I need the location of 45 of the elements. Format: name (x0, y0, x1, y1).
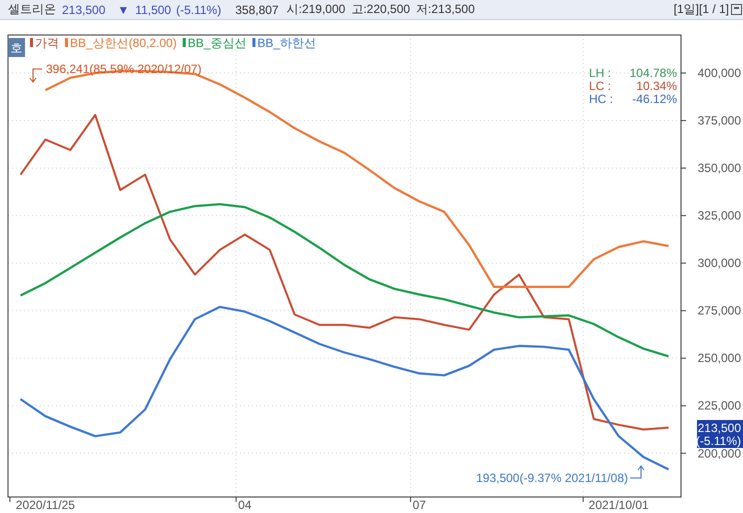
axis-label: 300,000 (698, 256, 741, 270)
stat-value: -46.12% (632, 92, 677, 106)
legend-label: 가격 (35, 36, 59, 50)
legend-swatch (182, 38, 186, 47)
leader-line (30, 68, 42, 83)
axis-label: 350,000 (698, 161, 741, 176)
legend-label: BB_중심선 (188, 36, 246, 50)
legend-swatch (30, 38, 33, 47)
axis-label: 325,000 (698, 208, 741, 223)
axis-label: 275,000 (698, 304, 741, 318)
volume: 358,807 (235, 2, 279, 16)
axis-label: 04 (238, 498, 252, 512)
axis-label: 400,000 (698, 66, 741, 80)
legend-label: BB_하한선 (257, 36, 316, 50)
stat-label: LC : (589, 79, 612, 93)
change-percent: (-5.11%) (176, 2, 222, 16)
current-price: 213,500 (62, 2, 106, 16)
low-price: 저:213,500 (416, 1, 475, 18)
axis-label: 2020/11/25 (16, 498, 75, 512)
price-tag-label: (-5.11%) (696, 434, 741, 448)
period-label[interactable]: [1일][1 / 1] (674, 1, 729, 18)
stat-label: HC : (589, 92, 613, 106)
axis-label: 07 (412, 498, 426, 512)
high-price: 고:220,500 (351, 1, 410, 18)
price-tag-background (697, 420, 743, 448)
open-price: 시:219,000 (286, 1, 346, 18)
leader-line (630, 465, 644, 478)
axis-label: 250,000 (698, 351, 741, 366)
stat-value: 104.78% (630, 66, 677, 80)
window-icon[interactable] (731, 4, 742, 15)
axis-label: 375,000 (698, 114, 741, 128)
price-change: 11,500 (135, 2, 172, 16)
price-tag-label: 213,500 (698, 421, 741, 435)
annotation-label: 193,500(-9.37% 2021/11/08) (476, 471, 628, 485)
legend-swatch (65, 38, 68, 47)
down-arrow: ▼ (117, 2, 130, 16)
stat-label: LH : (589, 66, 612, 80)
axis-label: 225,000 (698, 398, 741, 413)
legend-swatch (252, 38, 256, 47)
legend-label: BB_상한선(80,2.00) (70, 36, 177, 50)
axis-label: 200,000 (698, 446, 741, 460)
stock-name: 셀트리온 (8, 1, 56, 18)
quote-button[interactable]: 호 (8, 38, 25, 57)
axis-label: 2021/10/01 (588, 498, 649, 512)
stat-value: 10.34% (636, 79, 677, 93)
